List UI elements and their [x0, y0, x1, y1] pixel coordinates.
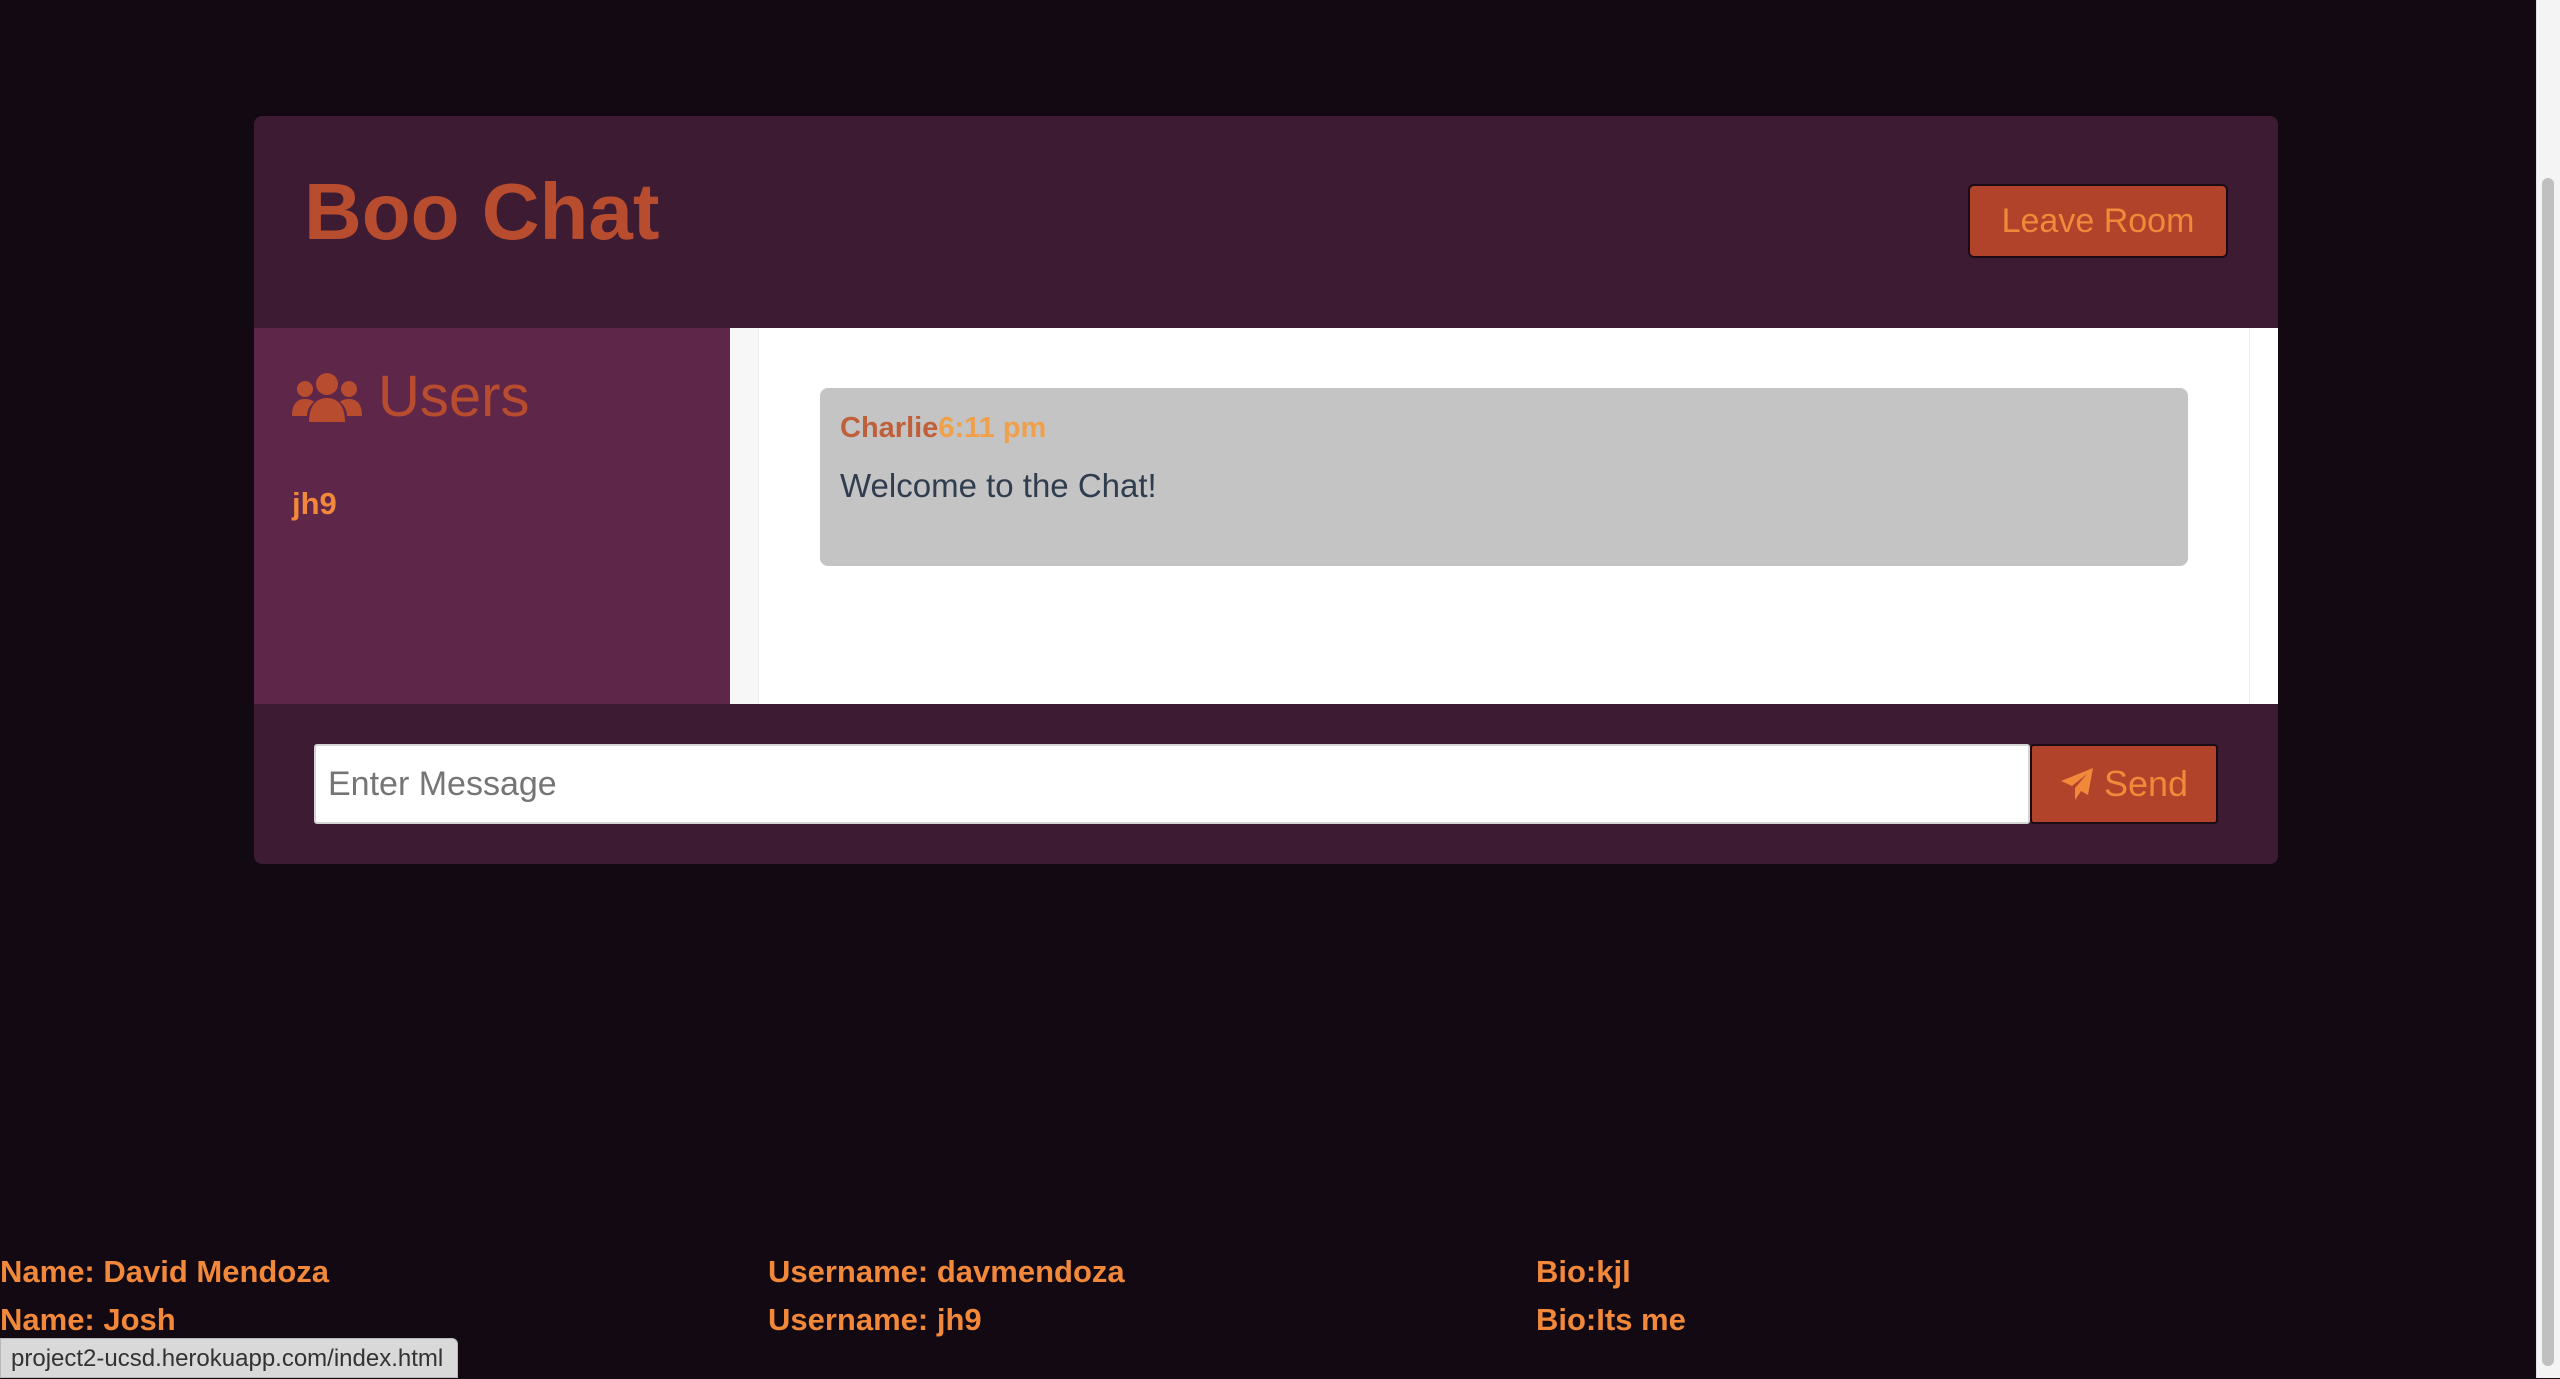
page-scrollbar-thumb[interactable] — [2542, 178, 2554, 1366]
users-icon — [292, 372, 362, 422]
users-heading-label: Users — [378, 364, 530, 429]
message-meta: Charlie6:11 pm — [840, 412, 2168, 445]
user-record-bio: Bio:Its me — [1536, 1302, 1686, 1337]
message-author: Charlie — [840, 412, 939, 444]
message-time: 6:11 pm — [938, 412, 1047, 444]
leave-room-button[interactable]: Leave Room — [1968, 184, 2228, 258]
users-sidebar: Users jh9 — [254, 328, 730, 704]
user-list-item: jh9 — [292, 486, 337, 521]
app-title: Boo Chat — [304, 167, 660, 256]
message-input[interactable] — [314, 744, 2030, 824]
chat-main: Users jh9 Charlie6:11 pm Welcome to the … — [254, 328, 2278, 704]
user-record-name: Name: David Mendoza — [0, 1254, 330, 1289]
status-bar-url: project2-ucsd.herokuapp.com/index.html — [0, 1338, 459, 1378]
send-button-label: Send — [2103, 763, 2189, 804]
user-record-username: Username: davmendoza — [768, 1254, 1125, 1289]
chat-header: Boo Chat Leave Room — [254, 116, 2278, 328]
user-records: Name: David Mendoza Username: davmendoza… — [0, 1248, 2536, 1344]
user-record-username: Username: jh9 — [768, 1302, 982, 1337]
user-record-bio: Bio:kjl — [1536, 1254, 1631, 1289]
chat-container: Boo Chat Leave Room Users jh9 Charlie6:1… — [254, 116, 2278, 864]
paper-plane-icon — [2060, 767, 2094, 801]
messages-scrollbar[interactable] — [2249, 328, 2278, 704]
users-heading: Users — [292, 368, 529, 426]
user-record-row: Name: Josh Username: jh9 Bio:Its me — [0, 1296, 2536, 1344]
message-text: Welcome to the Chat! — [840, 467, 1157, 504]
user-record-name: Name: Josh — [0, 1302, 176, 1337]
chat-form: Send — [254, 704, 2278, 864]
send-button[interactable]: Send — [2030, 744, 2218, 824]
messages-gutter-left — [730, 328, 759, 704]
user-list: jh9 — [292, 484, 337, 524]
user-record-row: Name: David Mendoza Username: davmendoza… — [0, 1248, 2536, 1296]
chat-messages[interactable]: Charlie6:11 pm Welcome to the Chat! — [730, 328, 2278, 704]
page-scrollbar[interactable] — [2536, 0, 2560, 1378]
chat-message: Charlie6:11 pm Welcome to the Chat! — [820, 388, 2188, 566]
